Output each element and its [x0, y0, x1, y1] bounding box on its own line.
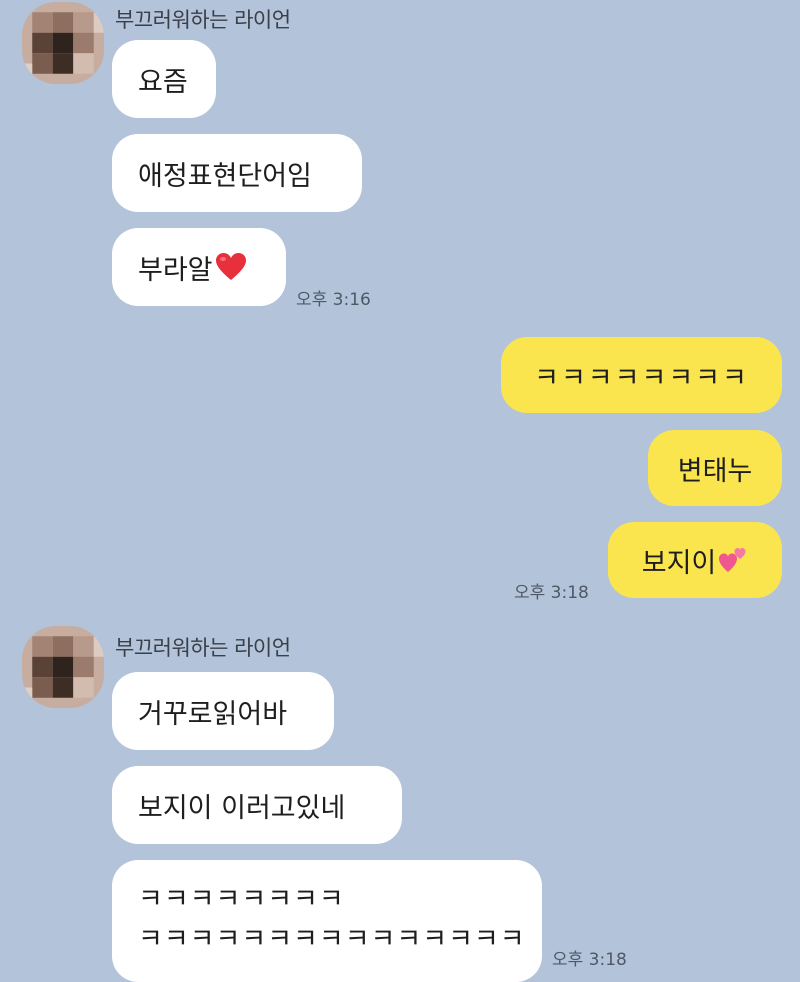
- sender-avatar[interactable]: [22, 2, 104, 84]
- message-text: 보지이: [641, 547, 717, 579]
- message-timestamp: 오후 3:16: [296, 290, 371, 310]
- message-bubble[interactable]: ㅋㅋㅋㅋㅋㅋㅋㅋ: [501, 337, 782, 413]
- two-hearts-icon: [719, 548, 746, 572]
- message-text: ㅋㅋㅋㅋㅋㅋㅋㅋ: [534, 362, 749, 394]
- pixelated-avatar-image: [22, 626, 104, 708]
- message-text: 변태누: [677, 455, 753, 487]
- message-text: 거꾸로읽어바: [138, 698, 288, 730]
- message-timestamp: 오후 3:18: [514, 583, 589, 603]
- message-text: 요즘: [138, 66, 188, 98]
- chat-room[interactable]: 부끄러워하는 라이언 요즘 애정표현단어임 부라알 오후 3:16 ㅋㅋㅋㅋㅋㅋ…: [0, 0, 800, 982]
- message-timestamp: 오후 3:18: [552, 950, 627, 970]
- message-text: 보지이 이러고있네: [138, 792, 346, 824]
- message-bubble[interactable]: 변태누: [648, 430, 782, 506]
- message-bubble[interactable]: 부라알: [112, 228, 286, 306]
- message-text: 부라알: [138, 254, 213, 286]
- message-bubble[interactable]: 요즘: [112, 40, 216, 118]
- red-heart-icon: [215, 253, 246, 280]
- message-text-line: ㅋㅋㅋㅋㅋㅋㅋㅋㅋㅋㅋㅋㅋㅋㅋ: [138, 924, 526, 955]
- message-bubble[interactable]: 보지이: [608, 522, 782, 598]
- sender-name: 부끄러워하는 라이언: [115, 8, 291, 32]
- message-bubble[interactable]: 보지이 이러고있네: [112, 766, 402, 844]
- message-bubble[interactable]: 거꾸로읽어바: [112, 672, 334, 750]
- sender-avatar[interactable]: [22, 626, 104, 708]
- message-bubble[interactable]: 애정표현단어임: [112, 134, 362, 212]
- sender-name: 부끄러워하는 라이언: [115, 636, 291, 660]
- pixelated-avatar-image: [22, 2, 104, 84]
- message-text: 애정표현단어임: [138, 160, 312, 192]
- message-text-line: ㅋㅋㅋㅋㅋㅋㅋㅋ: [138, 884, 345, 915]
- message-bubble[interactable]: ㅋㅋㅋㅋㅋㅋㅋㅋ ㅋㅋㅋㅋㅋㅋㅋㅋㅋㅋㅋㅋㅋㅋㅋ: [112, 860, 542, 982]
